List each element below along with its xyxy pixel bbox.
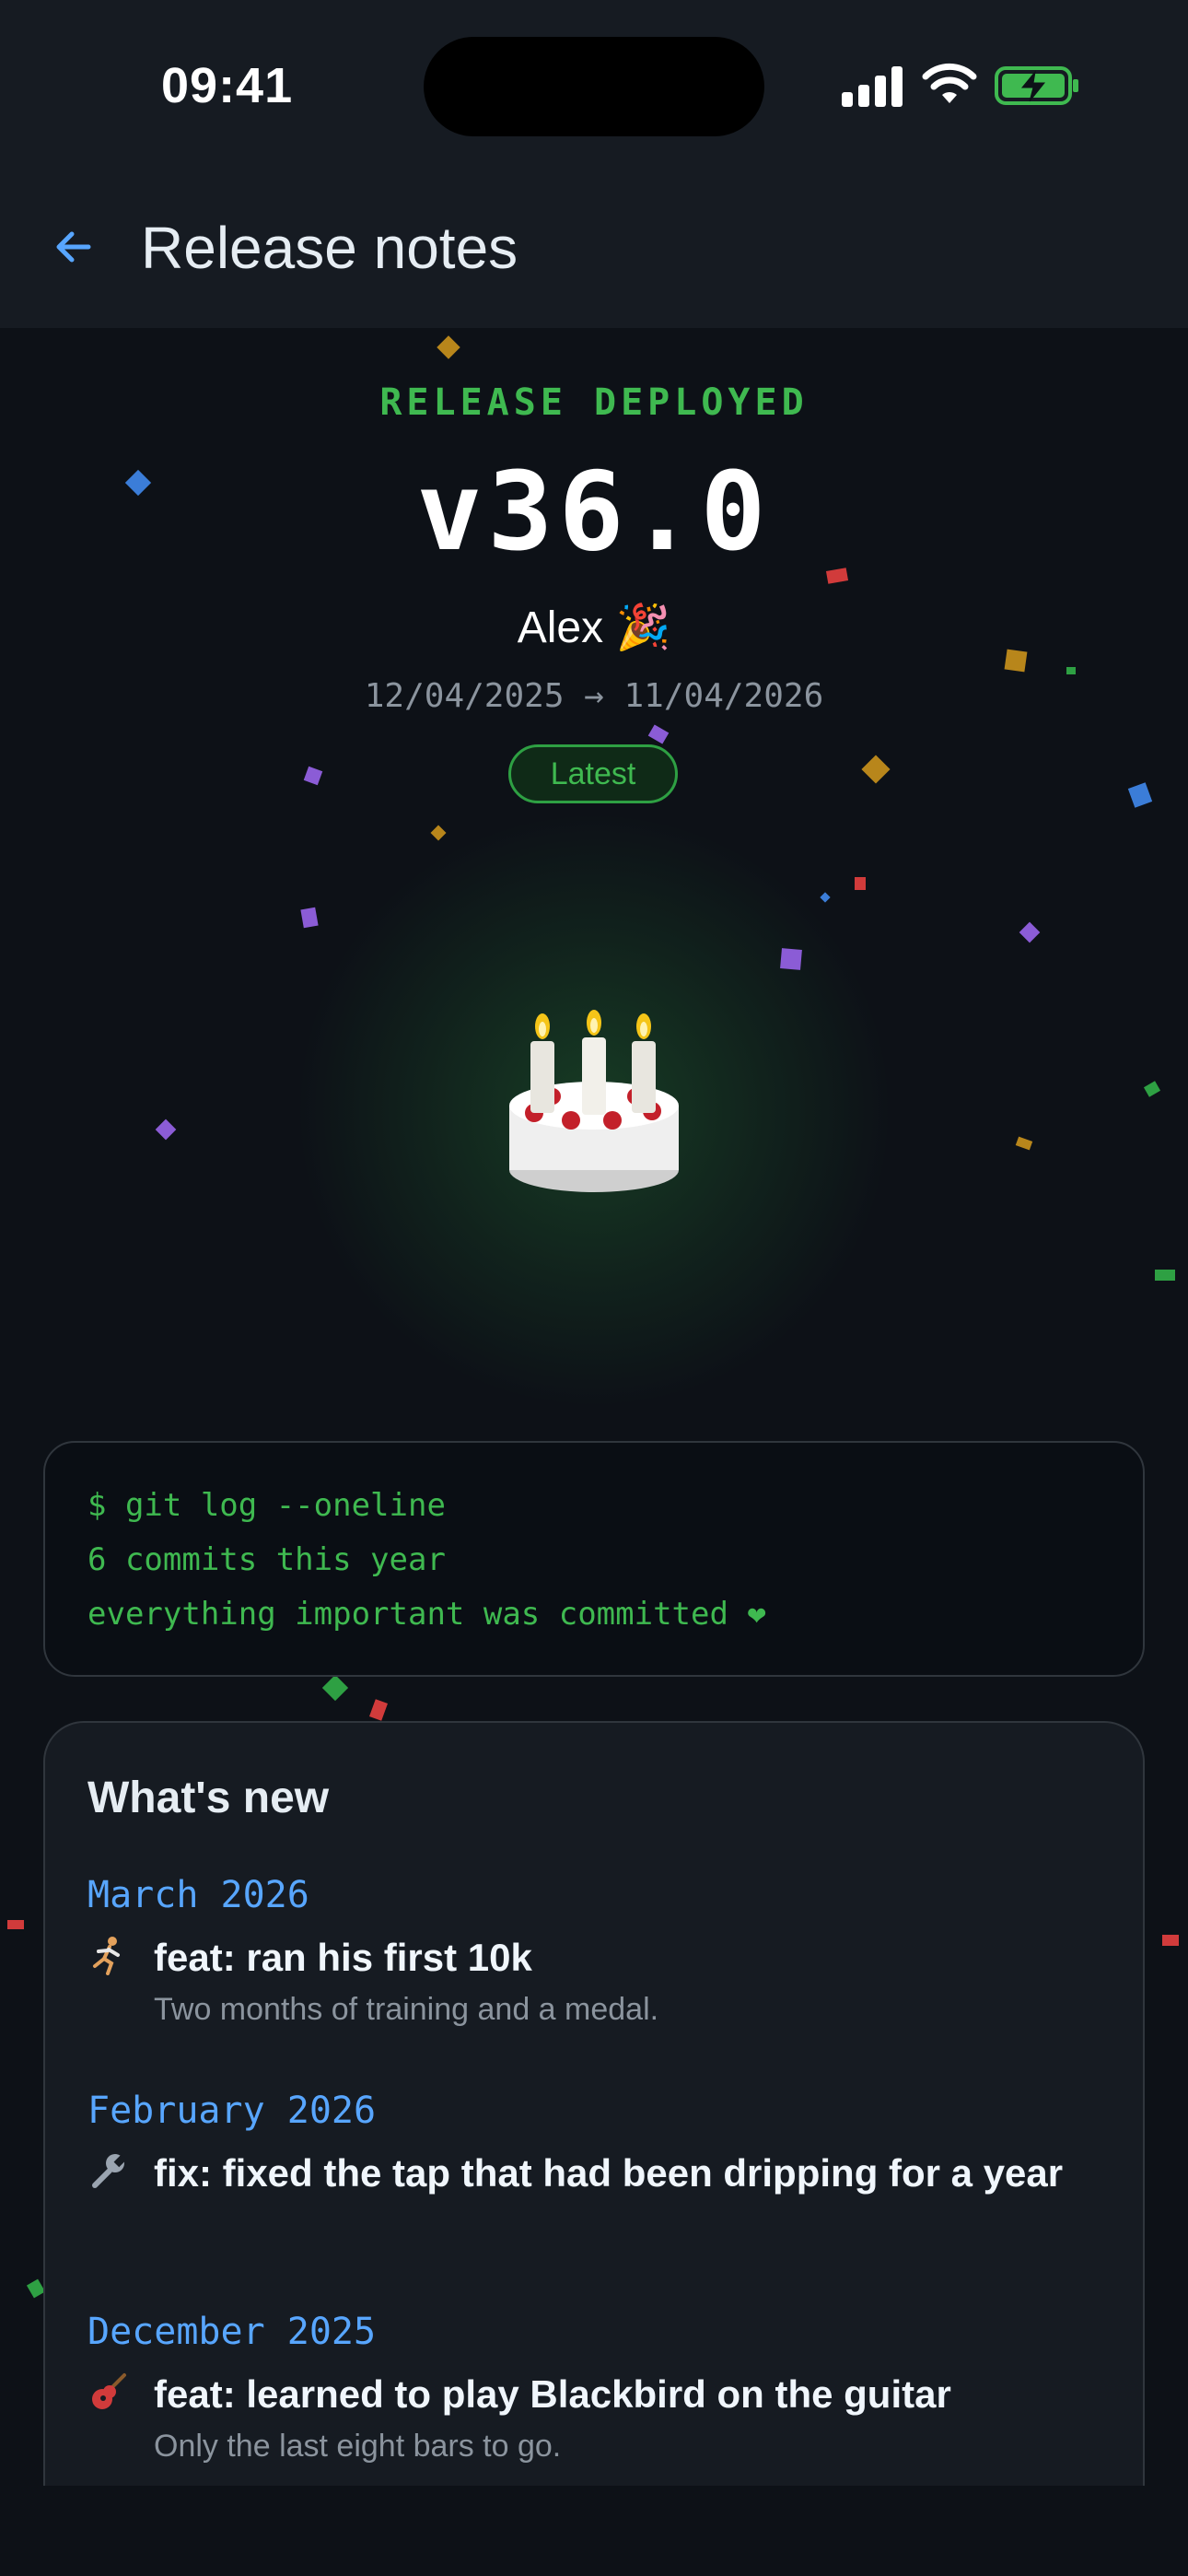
terminal-line: 6 commits this year	[87, 1541, 446, 1578]
confetti-piece	[1127, 782, 1153, 808]
date-range: 12/04/2025 → 11/04/2026	[364, 677, 824, 715]
top-bar: 09:41 Release notes	[0, 0, 1188, 328]
terminal-line: $ git log --oneline	[87, 1487, 446, 1524]
confetti-piece	[430, 825, 447, 841]
entry-description: Only the last eight bars to go.	[154, 2429, 562, 2464]
runner-icon	[93, 1937, 120, 1975]
cellular-signal-icon	[842, 64, 903, 107]
list-item: feat: learned to play Blackbird on the g…	[87, 2368, 1101, 2471]
whats-new-title: What's new	[87, 1774, 330, 1822]
entry-title: feat: ran his first 10k	[154, 1936, 532, 1979]
list-item: fix: fixed the tap that had been drippin…	[87, 2147, 1101, 2309]
confetti-piece	[1066, 667, 1076, 674]
terminal-block: $ git log --oneline 6 commits this year …	[43, 1441, 1145, 1677]
confetti-piece	[303, 766, 323, 786]
list-item: feat: ran his first 10k Two months of tr…	[87, 1931, 1101, 2088]
bottom-area	[0, 2486, 1188, 2576]
terminal-line: everything important was committed ❤	[87, 1596, 766, 1633]
author-name: Alex 🎉	[517, 603, 671, 652]
entry-description: Two months of training and a medal.	[154, 1992, 659, 2027]
confetti-piece	[369, 1699, 388, 1721]
release-label: RELEASE DEPLOYED	[379, 381, 809, 424]
confetti-piece	[647, 724, 670, 744]
version-number: v36.0	[416, 448, 772, 575]
arrow-left-icon[interactable]	[46, 219, 101, 275]
status-time: 09:41	[161, 58, 294, 113]
confetti-piece	[820, 892, 831, 903]
confetti-piece	[1162, 1935, 1179, 1946]
confetti-piece	[1019, 921, 1041, 943]
month-heading: March 2026	[87, 1874, 309, 1916]
whats-new-card: What's new March 2026 feat: ran his firs…	[43, 1721, 1145, 2576]
confetti-piece	[1015, 1136, 1033, 1151]
wrench-icon	[92, 2154, 127, 2188]
page-title: Release notes	[141, 215, 518, 281]
confetti-piece	[1155, 1270, 1175, 1281]
confetti-piece	[155, 1118, 177, 1141]
confetti-piece	[861, 755, 891, 784]
confetti-piece	[437, 335, 460, 359]
latest-badge: Latest	[508, 744, 678, 803]
battery-charging-icon	[995, 66, 1078, 105]
entry-title: fix: fixed the tap that had been drippin…	[154, 2151, 1064, 2195]
dynamic-island	[424, 37, 764, 136]
birthday-cake-icon	[509, 1010, 679, 1192]
month-heading: February 2026	[87, 2090, 377, 2132]
confetti-piece	[855, 877, 866, 890]
confetti-piece	[7, 1920, 24, 1929]
guitar-icon	[92, 2373, 126, 2409]
confetti-piece	[321, 1674, 349, 1702]
wifi-icon	[922, 63, 977, 103]
confetti-piece	[300, 907, 319, 929]
month-heading: December 2025	[87, 2311, 377, 2353]
entry-title: feat: learned to play Blackbird on the g…	[154, 2372, 951, 2416]
confetti-piece	[780, 948, 802, 970]
confetti-piece	[1143, 1081, 1161, 1097]
